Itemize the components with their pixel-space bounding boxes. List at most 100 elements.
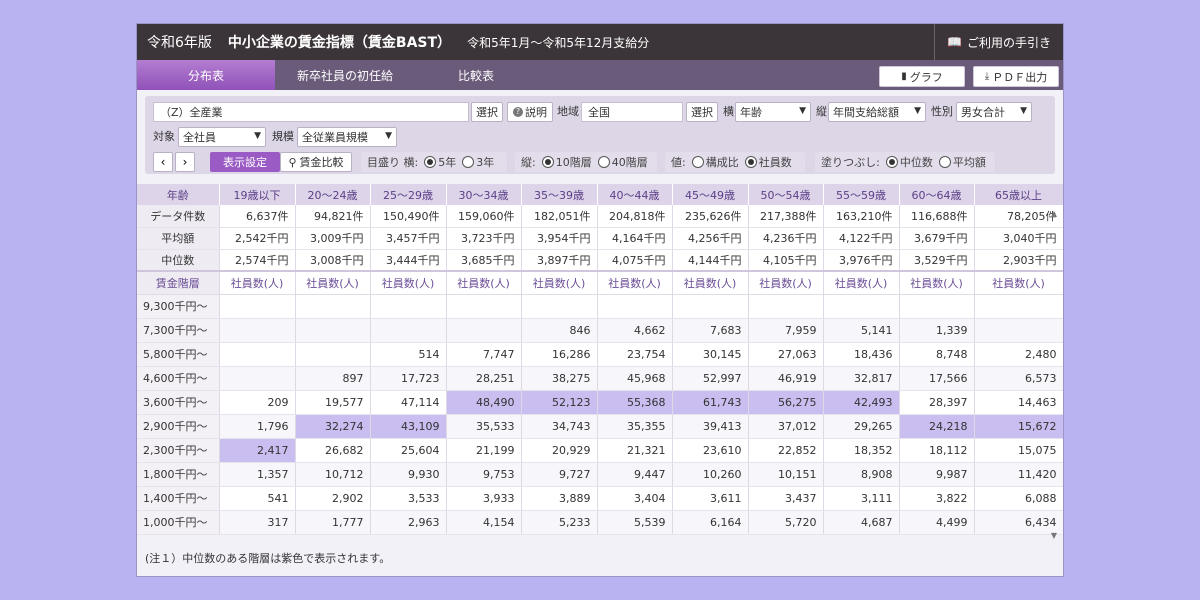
- radio-mean[interactable]: 平均額: [938, 154, 986, 170]
- count-cell: 8,908: [823, 462, 900, 487]
- radio-mean-label: 平均額: [952, 156, 986, 169]
- wage-compare-button[interactable]: ⚲ 賃金比較: [280, 152, 352, 172]
- count-cell: [597, 294, 673, 319]
- title-bar: 令和6年版 中小企業の賃金指標（賃金BAST） 令和5年1月～令和5年12月支給…: [137, 24, 1063, 60]
- table-row: 1,000千円～ 317 1,777 2,963 4,154 5,233 5,539 6,16…: [137, 510, 1063, 535]
- region-field[interactable]: 全国: [581, 102, 683, 122]
- radio-checked-icon: [885, 156, 898, 168]
- scroll-down-icon[interactable]: ▼: [1049, 531, 1059, 540]
- distribution-table: 年齢 19歳以下 20～24歳 25～29歳 30～34歳 35～39歳 40～44歳 45…: [137, 184, 1063, 535]
- next-button[interactable]: ›: [175, 152, 195, 172]
- count-cell: 19,577: [295, 390, 371, 415]
- vertical-radio-group: 縦: 10階層 40階層: [515, 152, 657, 172]
- count-cell: 6,164: [672, 510, 749, 535]
- count-cell: 3,933: [446, 486, 522, 511]
- radio-median[interactable]: 中位数: [885, 154, 933, 170]
- vertical-group-label: 縦:: [521, 156, 536, 169]
- industry-field[interactable]: （Z）全産業: [153, 102, 469, 122]
- count-cell: 18,352: [823, 438, 900, 463]
- vertical-select[interactable]: 年間支給総額 ▼: [828, 102, 926, 122]
- count-cell: 2,902: [295, 486, 371, 511]
- employee-count-header: 社員数(人): [672, 270, 749, 295]
- count-cell: 9,447: [597, 462, 673, 487]
- count-cell: 3,822: [899, 486, 975, 511]
- count-cell: 5,141: [823, 318, 900, 343]
- stats-row: 平均額 2,542千円 3,009千円 3,457千円 3,723千円 3,954千円 4,…: [137, 227, 1063, 250]
- radio-ratio[interactable]: 構成比: [691, 154, 739, 170]
- graph-button-label: グラフ: [909, 70, 943, 84]
- radio-checked-icon: [541, 156, 554, 168]
- count-cell: 1,339: [899, 318, 975, 343]
- radio-unchecked-icon: [691, 156, 704, 168]
- radio-10-levels-label: 10階層: [555, 156, 592, 169]
- count-cell: 18,112: [899, 438, 975, 463]
- radio-count-label: 社員数: [758, 156, 792, 169]
- fill-radio-group: 塗りつぶし: 中位数 平均額: [815, 152, 995, 172]
- stats-cell: 3,679千円: [899, 227, 975, 250]
- explain-button[interactable]: ? 説明: [507, 102, 553, 122]
- value-radio-group: 値: 構成比 社員数: [665, 152, 805, 172]
- radio-median-label: 中位数: [899, 156, 933, 169]
- count-cell: 16,286: [521, 342, 598, 367]
- tab-comparison[interactable]: 比較表: [415, 60, 537, 90]
- count-cell: 42,493: [823, 390, 900, 415]
- count-cell: 25,604: [370, 438, 447, 463]
- wage-level-label: 7,300千円～: [137, 318, 220, 343]
- count-cell: 5,539: [597, 510, 673, 535]
- count-cell: 15,672: [974, 414, 1063, 439]
- prev-button[interactable]: ‹: [153, 152, 173, 172]
- radio-3-years[interactable]: 3年: [462, 154, 494, 170]
- pdf-button[interactable]: ⤓ ＰＤＦ出力: [973, 66, 1059, 87]
- wage-level-label: 4,600千円～: [137, 366, 220, 391]
- count-cell: 9,987: [899, 462, 975, 487]
- display-settings-button[interactable]: 表示設定: [210, 152, 280, 172]
- region-select-button[interactable]: 選択: [686, 102, 718, 122]
- stats-cell: 4,164千円: [597, 227, 673, 250]
- table-row: 2,900千円～ 1,796 32,274 43,109 35,533 34,743 35,…: [137, 414, 1063, 439]
- value-group-label: 値:: [671, 156, 686, 169]
- count-cell: 37,012: [748, 414, 824, 439]
- scale-select[interactable]: 全従業員規模 ▼: [297, 127, 397, 147]
- count-cell: 27,063: [748, 342, 824, 367]
- horizontal-select[interactable]: 年齢 ▼: [735, 102, 811, 122]
- tab-starting-salary[interactable]: 新卒社員の初任給: [275, 60, 415, 90]
- age-column-header: 45～49歳: [672, 184, 749, 205]
- page-title: 中小企業の賃金指標（賃金BAST）: [227, 35, 452, 51]
- target-select[interactable]: 全社員 ▼: [178, 127, 266, 147]
- count-cell: 514: [370, 342, 447, 367]
- employee-count-header: 社員数(人): [974, 270, 1063, 295]
- radio-10-levels[interactable]: 10階層: [541, 154, 592, 170]
- industry-select-button[interactable]: 選択: [471, 102, 503, 122]
- gender-label: 性別: [931, 105, 953, 118]
- radio-5-years[interactable]: 5年: [424, 154, 456, 170]
- stats-cell: 3,723千円: [446, 227, 522, 250]
- count-cell: 3,437: [748, 486, 824, 511]
- count-cell: 317: [219, 510, 296, 535]
- stats-cell: 4,236千円: [748, 227, 824, 250]
- count-cell: 2,480: [974, 342, 1063, 367]
- tab-distribution[interactable]: 分布表: [137, 60, 275, 90]
- count-cell: 4,499: [899, 510, 975, 535]
- radio-count[interactable]: 社員数: [744, 154, 792, 170]
- tab-bar: 分布表 新卒社員の初任給 比較表 ▮ グラフ ⤓ ＰＤＦ出力: [137, 60, 1063, 90]
- scale-select-value: 全従業員規模: [302, 131, 368, 144]
- count-cell: [370, 294, 447, 319]
- employee-count-header: 社員数(人): [521, 270, 598, 295]
- graph-button[interactable]: ▮ グラフ: [879, 66, 965, 87]
- count-cell: 10,712: [295, 462, 371, 487]
- count-cell: 4,687: [823, 510, 900, 535]
- count-cell: [748, 294, 824, 319]
- table-row: 7,300千円～ 846 4,662 7,683 7,959 5,141 1,339: [137, 318, 1063, 343]
- count-cell: 10,260: [672, 462, 749, 487]
- radio-ratio-label: 構成比: [705, 156, 739, 169]
- count-cell: 846: [521, 318, 598, 343]
- count-cell: 61,743: [672, 390, 749, 415]
- gender-select[interactable]: 男女合計 ▼: [956, 102, 1032, 122]
- count-cell: [219, 294, 296, 319]
- stats-cell: 3,040千円: [974, 227, 1063, 250]
- count-cell: 56,275: [748, 390, 824, 415]
- scroll-up-icon[interactable]: ▲: [1049, 209, 1059, 218]
- book-icon: 📖: [947, 35, 962, 49]
- radio-40-levels[interactable]: 40階層: [597, 154, 648, 170]
- guide-link[interactable]: 📖 ご利用の手引き: [934, 24, 1063, 60]
